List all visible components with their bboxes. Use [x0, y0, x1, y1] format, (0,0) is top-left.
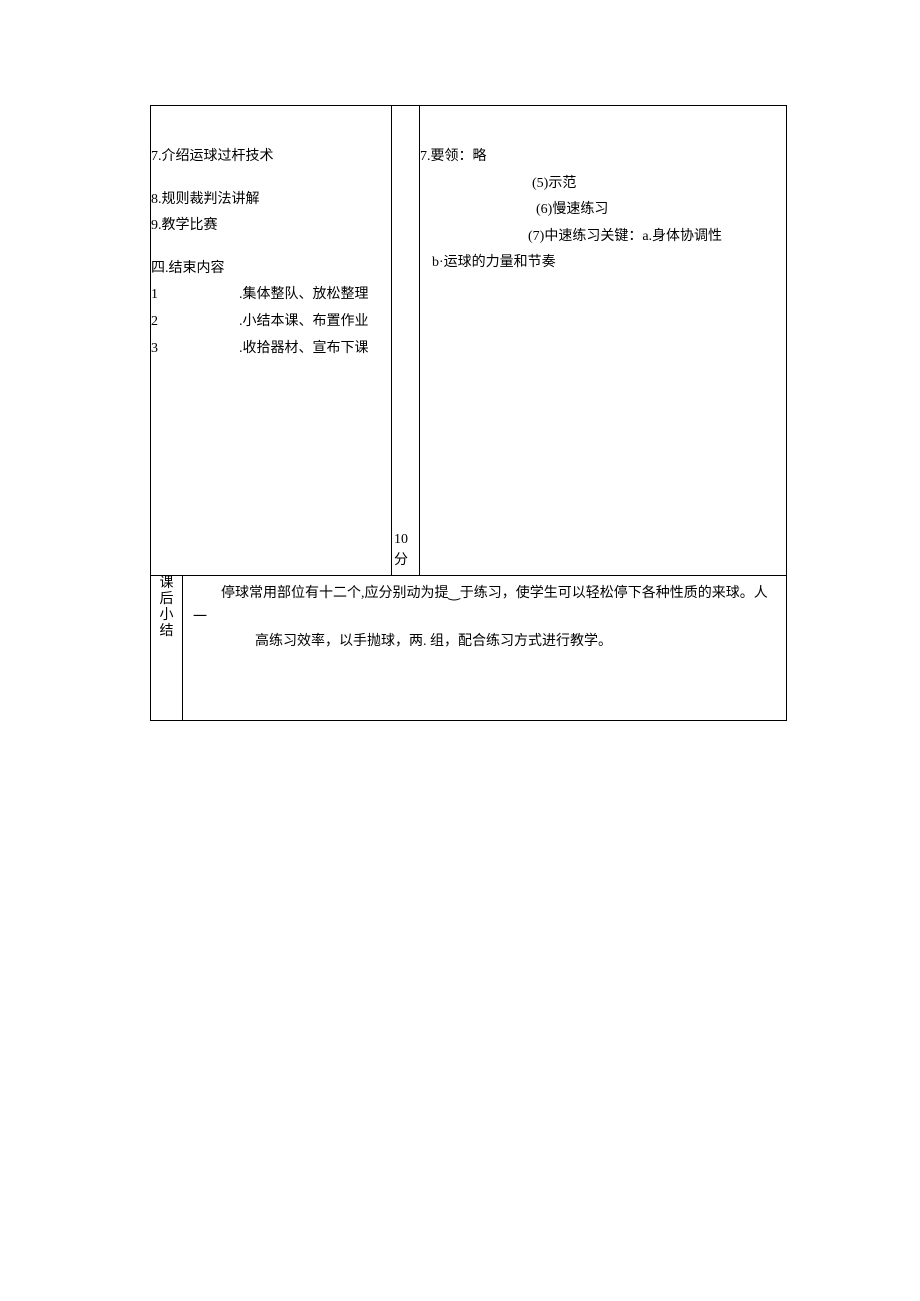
summary-line-2: 高练习效率，以手抛球，两. 组，配合练习方式进行教学。 [193, 630, 776, 654]
list-number: 2 [151, 309, 239, 336]
end-item-3: 3 .收拾器材、宣布下课 [151, 336, 391, 363]
right-sub-6: (6)慢速练习 [420, 197, 786, 224]
summary-row: 课后小结 停球常用部位有十二个,应分别动为提‿于练习，使学生可以轻松停下各种性质… [151, 576, 787, 721]
item-7: 7.介绍运球过杆技术 [151, 144, 391, 171]
item-9: 9.教学比赛 [151, 213, 391, 240]
right-sub-7: (7)中速练习关键：a.身体协调性 [420, 224, 786, 251]
right-content: 7.要领：略 (5)示范 (6)慢速练习 (7)中速练习关键：a.身体协调性 b… [420, 106, 786, 277]
end-item-2: 2 .小结本课、布置作业 [151, 309, 391, 336]
right-sub-5: (5)示范 [420, 171, 786, 198]
section-4-heading: 四.结束内容 [151, 256, 391, 283]
end-item-1: 1 .集体整队、放松整理 [151, 282, 391, 309]
left-content: 7.介绍运球过杆技术 8.规则裁判法讲解 9.教学比赛 四.结束内容 1 .集体… [151, 106, 391, 362]
list-text: .集体整队、放松整理 [239, 282, 369, 309]
list-text: .收拾器材、宣布下课 [239, 336, 369, 363]
summary-label-cell: 课后小结 [151, 576, 183, 721]
left-column: 7.介绍运球过杆技术 8.规则裁判法讲解 9.教学比赛 四.结束内容 1 .集体… [151, 106, 392, 576]
right-sub-b: b·运球的力量和节奏 [420, 250, 786, 277]
time-content: 10 分 [394, 529, 408, 571]
main-table: 7.介绍运球过杆技术 8.规则裁判法讲解 9.教学比赛 四.结束内容 1 .集体… [150, 105, 787, 721]
right-column: 7.要领：略 (5)示范 (6)慢速练习 (7)中速练习关键：a.身体协调性 b… [420, 106, 787, 576]
list-number: 1 [151, 282, 239, 309]
time-unit: 分 [394, 550, 408, 571]
summary-content-cell: 停球常用部位有十二个,应分别动为提‿于练习，使学生可以轻松停下各种性质的来球。人… [183, 576, 787, 721]
lesson-plan-table: 7.介绍运球过杆技术 8.规则裁判法讲解 9.教学比赛 四.结束内容 1 .集体… [150, 105, 787, 721]
list-number: 3 [151, 336, 239, 363]
list-text: .小结本课、布置作业 [239, 309, 369, 336]
summary-text: 停球常用部位有十二个,应分别动为提‿于练习，使学生可以轻松停下各种性质的来球。人… [183, 576, 786, 659]
right-item-7: 7.要领：略 [420, 144, 786, 171]
summary-label: 课后小结 [160, 576, 174, 640]
time-column: 10 分 [392, 106, 420, 576]
time-number: 10 [394, 529, 408, 550]
item-8: 8.规则裁判法讲解 [151, 187, 391, 214]
content-row: 7.介绍运球过杆技术 8.规则裁判法讲解 9.教学比赛 四.结束内容 1 .集体… [151, 106, 787, 576]
summary-line-1: 停球常用部位有十二个,应分别动为提‿于练习，使学生可以轻松停下各种性质的来球。人… [193, 582, 776, 630]
